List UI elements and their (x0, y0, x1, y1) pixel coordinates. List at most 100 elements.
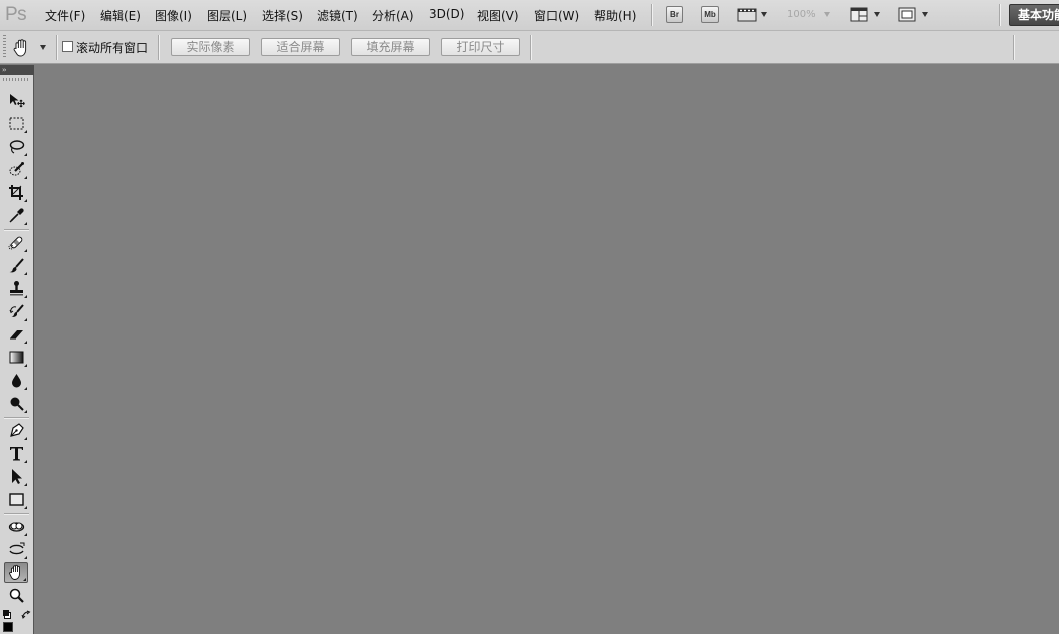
chevron-down-icon[interactable] (874, 12, 880, 17)
print-size-button[interactable]: 打印尺寸 (441, 38, 520, 56)
3d-rotate-tool[interactable] (4, 516, 28, 537)
color-swatches (3, 610, 31, 634)
launch-mini-bridge-button[interactable]: Mb (701, 6, 719, 23)
default-colors-swatch[interactable] (3, 610, 9, 616)
gradient-tool[interactable] (4, 347, 28, 368)
history-brush-tool[interactable] (4, 301, 28, 322)
tool-flyout-indicator (24, 295, 27, 298)
spot-healing-tool[interactable] (4, 232, 28, 253)
screen-mode-icon (898, 7, 916, 22)
eraser-tool[interactable] (4, 324, 28, 345)
photoshop-logo: Ps (5, 4, 27, 25)
tools-divider (4, 229, 29, 230)
launch-bridge-button[interactable]: Br (666, 6, 683, 23)
quick-select-icon (9, 162, 24, 176)
tool-flyout-indicator (24, 341, 27, 344)
tool-flyout-indicator (24, 460, 27, 463)
tool-flyout-indicator (24, 249, 27, 252)
layout-grid-icon (850, 7, 868, 22)
gradient-icon (9, 351, 23, 364)
crop-tool[interactable] (4, 182, 28, 203)
screen-mode-button[interactable] (898, 7, 916, 22)
menu-layer[interactable]: 图层(L) (207, 7, 247, 24)
fit-screen-button[interactable]: 适合屏幕 (261, 38, 340, 56)
tool-flyout-indicator (24, 318, 27, 321)
options-bar: 滚动所有窗口 实际像素 适合屏幕 填充屏幕 打印尺寸 (0, 31, 1059, 64)
dodge-icon (10, 397, 24, 411)
zoom-tool[interactable] (4, 585, 28, 606)
menu-file[interactable]: 文件(F) (45, 7, 85, 24)
clone-stamp-tool[interactable] (4, 278, 28, 299)
tools-divider (4, 513, 29, 514)
tool-flyout-indicator (24, 410, 27, 413)
dodge-tool[interactable] (4, 393, 28, 414)
tool-flyout-indicator (23, 578, 26, 581)
view-extras-button[interactable] (737, 6, 757, 23)
menu-3d[interactable]: 3D(D) (429, 7, 464, 21)
menu-analysis[interactable]: 分析(A) (372, 7, 414, 24)
arrow-icon (11, 469, 22, 484)
tool-flyout-indicator (24, 130, 27, 133)
tool-flyout-indicator (24, 556, 27, 559)
menu-image[interactable]: 图像(I) (155, 7, 192, 24)
menu-select[interactable]: 选择(S) (262, 7, 303, 24)
tool-flyout-indicator (24, 387, 27, 390)
brush-tool[interactable] (4, 255, 28, 276)
chevron-down-icon[interactable] (922, 12, 928, 17)
hand-tool[interactable] (4, 562, 28, 583)
tool-flyout-indicator (24, 176, 27, 179)
tool-flyout-indicator (24, 272, 27, 275)
scroll-all-windows-label: 滚动所有窗口 (76, 41, 149, 55)
tools-divider (4, 417, 29, 418)
options-divider (530, 35, 531, 60)
tool-flyout-indicator (24, 533, 27, 536)
film-strip-icon (737, 8, 757, 22)
tool-flyout-indicator (24, 506, 27, 509)
move-icon (9, 94, 25, 108)
fill-screen-button[interactable]: 填充屏幕 (351, 38, 430, 56)
stamp-icon (9, 281, 23, 296)
3d-orbit-tool[interactable] (4, 539, 28, 560)
move-tool[interactable] (4, 90, 28, 111)
chevron-down-icon[interactable] (824, 12, 830, 17)
tools-panel-grip[interactable] (3, 78, 30, 81)
menu-divider (999, 4, 1000, 26)
tool-preset-picker[interactable] (11, 38, 33, 58)
marquee-tool[interactable] (4, 113, 28, 134)
crop-icon (8, 185, 23, 200)
canvas-workspace[interactable] (35, 65, 1059, 634)
lasso-tool[interactable] (4, 136, 28, 157)
chevron-down-icon[interactable] (761, 12, 767, 17)
arrange-documents-button[interactable] (850, 7, 868, 22)
swap-colors-icon[interactable] (21, 610, 31, 620)
eyedropper-icon (9, 208, 24, 223)
scroll-all-windows-checkbox[interactable] (62, 41, 73, 52)
shape-tool[interactable] (4, 489, 28, 510)
pen-tool[interactable] (4, 420, 28, 441)
menu-help[interactable]: 帮助(H) (594, 7, 636, 24)
menu-view[interactable]: 视图(V) (477, 7, 519, 24)
foreground-color-swatch[interactable] (3, 622, 13, 632)
menu-divider (651, 4, 652, 26)
3d-rotate-icon (8, 522, 24, 532)
actual-pixels-button[interactable]: 实际像素 (171, 38, 250, 56)
menu-edit[interactable]: 编辑(E) (100, 7, 141, 24)
quick-selection-tool[interactable] (4, 159, 28, 180)
blur-tool[interactable] (4, 370, 28, 391)
type-tool[interactable] (4, 443, 28, 464)
3d-orbit-icon (8, 542, 24, 555)
menu-filter[interactable]: 滤镜(T) (317, 7, 358, 24)
workspace-switcher[interactable]: 基本功能 (1009, 4, 1059, 26)
options-divider (1013, 35, 1014, 60)
tools-panel: ›› (0, 65, 34, 634)
tool-flyout-indicator (24, 483, 27, 486)
zoom-level[interactable]: 100% (787, 9, 816, 20)
eyedropper-tool[interactable] (4, 205, 28, 226)
chevron-down-icon[interactable] (40, 45, 46, 50)
pen-icon (9, 423, 24, 437)
tools-panel-collapse[interactable]: ›› (0, 65, 34, 75)
path-selection-tool[interactable] (4, 466, 28, 487)
options-bar-grip[interactable] (3, 35, 6, 59)
menu-window[interactable]: 窗口(W) (534, 7, 579, 24)
rectangle-icon (8, 493, 24, 506)
